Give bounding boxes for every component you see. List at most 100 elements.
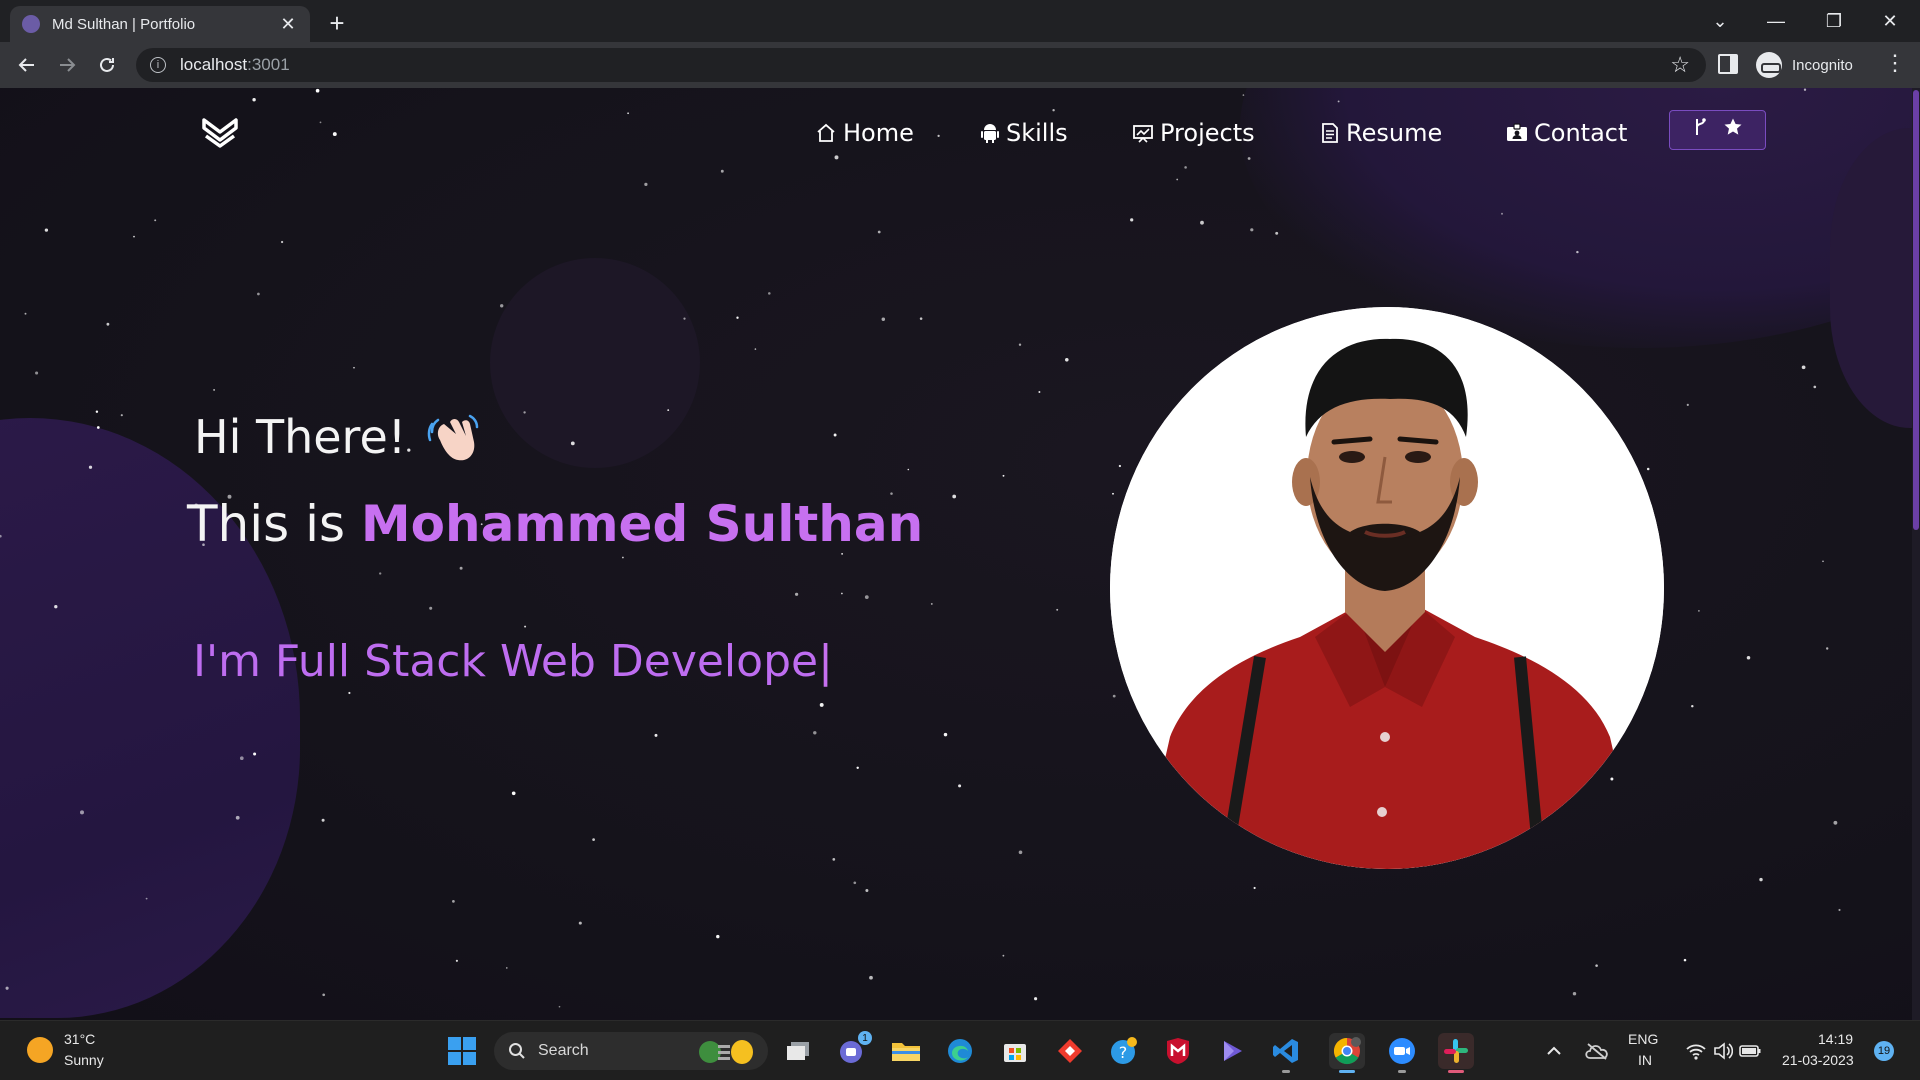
star-dot: [919, 317, 923, 320]
tab-title: Md Sulthan | Portfolio: [52, 15, 196, 33]
star-dot: [794, 592, 799, 596]
show-hidden-icons-chevron-icon[interactable]: [1540, 1033, 1568, 1069]
search-highlight-icon: [696, 1039, 756, 1070]
chrome-incognito-icon[interactable]: [1329, 1033, 1365, 1073]
clock-time[interactable]: 14:19: [1818, 1031, 1853, 1047]
home-icon: [815, 122, 837, 144]
taskbar-search[interactable]: Search: [494, 1032, 768, 1070]
star-dot: [106, 322, 110, 326]
vscode-icon[interactable]: [1268, 1033, 1304, 1073]
language-indicator-bottom[interactable]: IN: [1638, 1052, 1652, 1068]
star-dot: [1576, 250, 1579, 254]
reload-button[interactable]: [92, 50, 122, 80]
browser-menu-icon[interactable]: ⋮: [1884, 50, 1906, 76]
network-volume-battery-tray[interactable]: [1680, 1033, 1766, 1069]
star-dot: [832, 858, 836, 861]
star-dot: [833, 433, 837, 437]
scrollbar-thumb[interactable]: [1913, 90, 1919, 530]
incognito-label: Incognito: [1792, 56, 1853, 74]
zoom-icon[interactable]: [1384, 1033, 1420, 1073]
browser-tab[interactable]: Md Sulthan | Portfolio ✕: [10, 6, 310, 42]
star-dot: [88, 465, 93, 469]
github-fork-star-button[interactable]: [1669, 110, 1766, 150]
weather-description[interactable]: Sunny: [64, 1052, 104, 1068]
contact-card-icon: [1506, 123, 1528, 143]
site-logo[interactable]: [200, 114, 240, 150]
star-dot: [1838, 908, 1841, 912]
star-dot: [819, 702, 824, 707]
forward-button[interactable]: [52, 50, 82, 80]
nav-resume[interactable]: Resume: [1320, 116, 1442, 150]
star-dot: [877, 230, 881, 234]
teams-chat-icon[interactable]: 1: [834, 1031, 872, 1069]
file-explorer-icon[interactable]: [888, 1033, 924, 1069]
slack-running-indicator: [1448, 1070, 1464, 1073]
star-dot: [943, 732, 948, 737]
nav-projects[interactable]: Projects: [1132, 116, 1255, 150]
star-dot: [523, 411, 526, 414]
nav-skills-label: Skills: [1006, 119, 1068, 147]
star-dot: [1275, 231, 1279, 235]
tab-close-button[interactable]: ✕: [278, 14, 298, 35]
bookmark-star-icon[interactable]: ☆: [1670, 52, 1690, 78]
star-dot: [937, 134, 940, 138]
star-dot: [213, 388, 216, 391]
star-dot: [54, 605, 58, 609]
task-view-icon[interactable]: [780, 1033, 816, 1069]
notification-count-badge[interactable]: 19: [1874, 1041, 1894, 1061]
star-dot: [332, 132, 337, 137]
nav-resume-label: Resume: [1346, 119, 1443, 147]
star-dot: [768, 292, 771, 295]
edge-browser-icon[interactable]: [942, 1033, 978, 1069]
get-help-icon[interactable]: ?: [1106, 1033, 1142, 1069]
weather-sun-icon[interactable]: [27, 1037, 53, 1063]
incognito-profile[interactable]: Incognito: [1756, 49, 1853, 81]
waving-hand-icon: [426, 410, 480, 464]
star-dot: [1065, 358, 1069, 362]
star-dot: [1200, 220, 1204, 225]
language-indicator-top[interactable]: ENG: [1628, 1031, 1658, 1047]
star-dot: [1002, 954, 1005, 957]
star-dot: [644, 182, 648, 187]
star-dot: [524, 625, 527, 628]
star-dot: [235, 815, 240, 820]
new-tab-button[interactable]: +: [322, 8, 352, 39]
weather-temperature[interactable]: 31°C: [64, 1031, 95, 1047]
start-button[interactable]: [448, 1037, 476, 1065]
star-dot: [1250, 228, 1254, 232]
microsoft-store-icon[interactable]: [997, 1033, 1033, 1069]
back-arrow-icon: [18, 58, 34, 72]
star-dot: [667, 409, 670, 411]
star-dot: [511, 791, 516, 796]
zoom-running-indicator: [1398, 1070, 1406, 1073]
typing-cursor: |: [818, 636, 833, 687]
star-dot: [1501, 212, 1503, 215]
star-dot: [1691, 704, 1694, 708]
power-automate-icon[interactable]: [1214, 1033, 1250, 1069]
star-dot: [1826, 647, 1829, 650]
slack-icon[interactable]: [1438, 1033, 1474, 1073]
nav-contact-label: Contact: [1534, 119, 1628, 147]
window-close-button[interactable]: ✕: [1862, 0, 1918, 42]
address-bar[interactable]: i localhost:3001 ☆: [136, 48, 1706, 82]
clock-date[interactable]: 21-03-2023: [1782, 1052, 1854, 1068]
star-dot: [627, 112, 629, 115]
minimize-button[interactable]: —: [1748, 0, 1804, 42]
mcafee-icon[interactable]: [1160, 1033, 1196, 1069]
back-button[interactable]: [12, 50, 42, 80]
star-dot: [952, 494, 957, 499]
onedrive-offline-icon[interactable]: [1580, 1033, 1614, 1069]
star-dot: [1242, 94, 1245, 96]
tab-search-chevron-icon[interactable]: ⌄: [1692, 0, 1748, 42]
page-scrollbar[interactable]: [1912, 88, 1920, 1020]
nav-skills[interactable]: Skills: [980, 116, 1068, 150]
side-panel-icon[interactable]: [1718, 54, 1738, 74]
incognito-icon: [1756, 52, 1782, 78]
site-info-icon[interactable]: i: [150, 57, 166, 73]
typewriter-text: I'm Full Stack Web Develope|: [193, 636, 833, 687]
nav-contact[interactable]: Contact: [1506, 116, 1627, 150]
nav-home[interactable]: Home: [815, 116, 914, 150]
restore-button[interactable]: ❐: [1806, 0, 1862, 42]
greeting-heading: Hi There!: [194, 410, 480, 464]
anydesk-icon[interactable]: [1052, 1033, 1088, 1069]
